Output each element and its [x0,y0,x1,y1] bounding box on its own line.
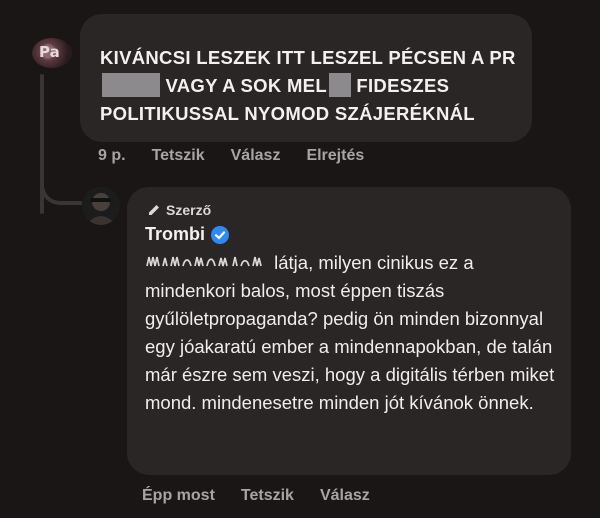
like-button[interactable]: Tetszik [152,147,205,165]
comment-actions: 9 p. Tetszik Válasz Elrejtés [98,147,390,165]
like-button[interactable]: Tetszik [241,487,294,505]
reply-timestamp: Épp most [142,487,215,504]
comment-timestamp: 9 p. [98,147,126,164]
author-name[interactable]: Trombi [145,224,205,245]
comment-text-part: KIVÁNCSI LESZEK ITT LESZEL PÉCSEN A PR [100,47,516,68]
reply-text-body: látja, milyen cinikus ez a mindenkori ba… [145,252,555,413]
redacted-block [102,73,160,98]
redacted-block [328,73,351,98]
author-name-row[interactable]: Trombi [145,224,230,245]
thread-connector [40,175,82,205]
reply-button[interactable]: Válasz [231,147,281,165]
pen-icon [149,205,159,215]
verified-icon [211,225,230,244]
author-avatar[interactable] [82,187,120,225]
reply-actions: Épp most Tetszik Válasz [142,487,396,505]
comment-text: KIVÁNCSI LESZEK ITT LESZEL PÉCSEN A PR V… [100,44,530,128]
commenter-avatar[interactable]: Pa [32,38,72,68]
avatar-initials: Pa [39,43,60,61]
author-badge: Szerző [146,202,211,218]
redacted-name-scribble [146,256,262,267]
comment-text-part: VAGY A SOK MEL [165,75,327,96]
author-badge-label: Szerző [166,202,212,218]
reply-text: látja, milyen cinikus ez a mindenkori ba… [145,249,565,417]
hide-button[interactable]: Elrejtés [306,147,364,165]
reply-button[interactable]: Válasz [320,487,370,505]
author-photo-icon [82,187,120,225]
